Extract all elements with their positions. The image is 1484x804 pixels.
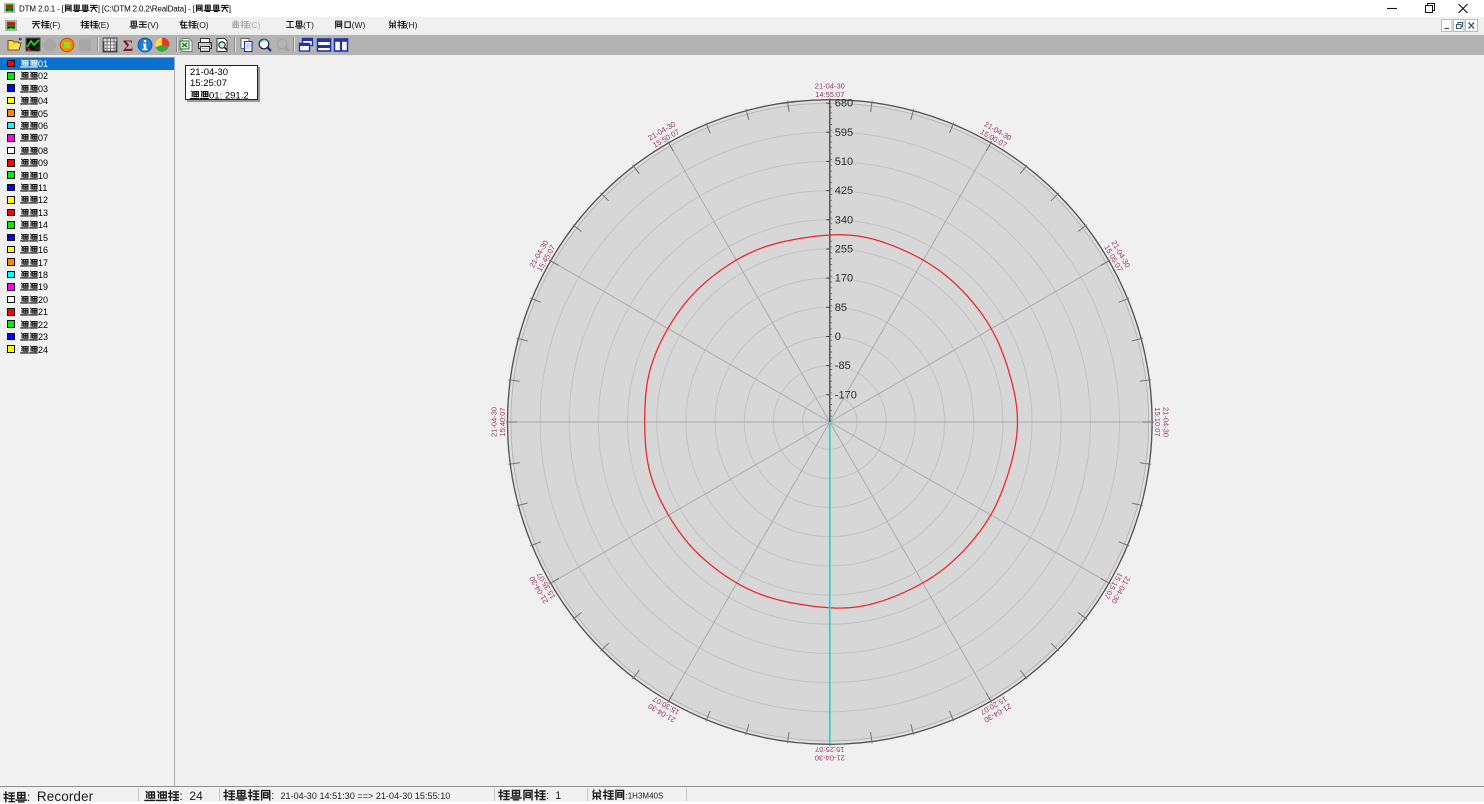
svg-text:15:40:07: 15:40:07 [498, 407, 507, 436]
svg-text:15:25:07: 15:25:07 [815, 745, 844, 754]
svg-text:425: 425 [835, 185, 853, 197]
svg-text:680: 680 [835, 98, 853, 110]
svg-text:-170: -170 [835, 389, 857, 401]
svg-text:85: 85 [835, 302, 847, 314]
svg-text:0: 0 [835, 331, 841, 343]
svg-text:595: 595 [835, 127, 853, 139]
svg-text:-85: -85 [835, 360, 851, 372]
svg-text:Σ: Σ [122, 37, 132, 52]
svg-text:340: 340 [835, 214, 853, 226]
svg-text:170: 170 [835, 273, 853, 285]
svg-text:15:10:07: 15:10:07 [1153, 407, 1162, 436]
svg-text:510: 510 [835, 156, 853, 168]
svg-text:255: 255 [835, 244, 853, 256]
svg-text:14:55:07: 14:55:07 [815, 90, 844, 99]
